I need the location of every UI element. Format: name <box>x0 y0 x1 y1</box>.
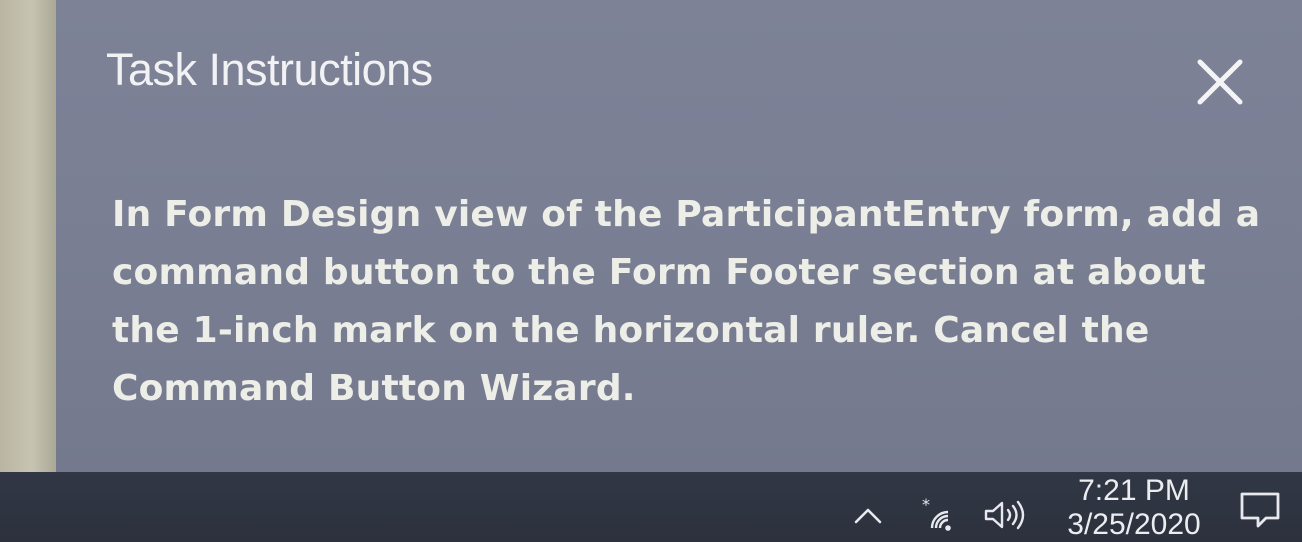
action-center-button[interactable] <box>1232 484 1288 534</box>
wifi-icon: * <box>922 495 951 531</box>
volume-button[interactable] <box>978 496 1030 534</box>
speaker-icon <box>984 500 1025 530</box>
svg-text:*: * <box>922 495 930 514</box>
close-button[interactable] <box>1184 46 1256 118</box>
close-icon <box>1197 59 1243 105</box>
panel-title: Task Instructions <box>106 44 433 95</box>
show-hidden-icons-button[interactable] <box>848 500 888 530</box>
notification-icon <box>1240 492 1280 528</box>
background-window-edge <box>0 0 58 472</box>
network-button[interactable]: * <box>914 494 964 534</box>
clock-date: 3/25/2020 <box>1067 508 1201 541</box>
taskbar-clock[interactable]: 7:21 PM 3/25/2020 <box>1046 474 1222 542</box>
clock-time: 7:21 PM <box>1078 474 1190 507</box>
instruction-text: In Form Design view of the ParticipantEn… <box>112 194 1261 409</box>
taskbar: * 7:21 PM 3/25/2020 <box>0 472 1302 542</box>
task-instructions-panel: Task Instructions In Form Design view of… <box>56 0 1302 474</box>
desktop-screen: Task Instructions In Form Design view of… <box>0 0 1302 542</box>
chevron-up-icon <box>854 508 882 524</box>
